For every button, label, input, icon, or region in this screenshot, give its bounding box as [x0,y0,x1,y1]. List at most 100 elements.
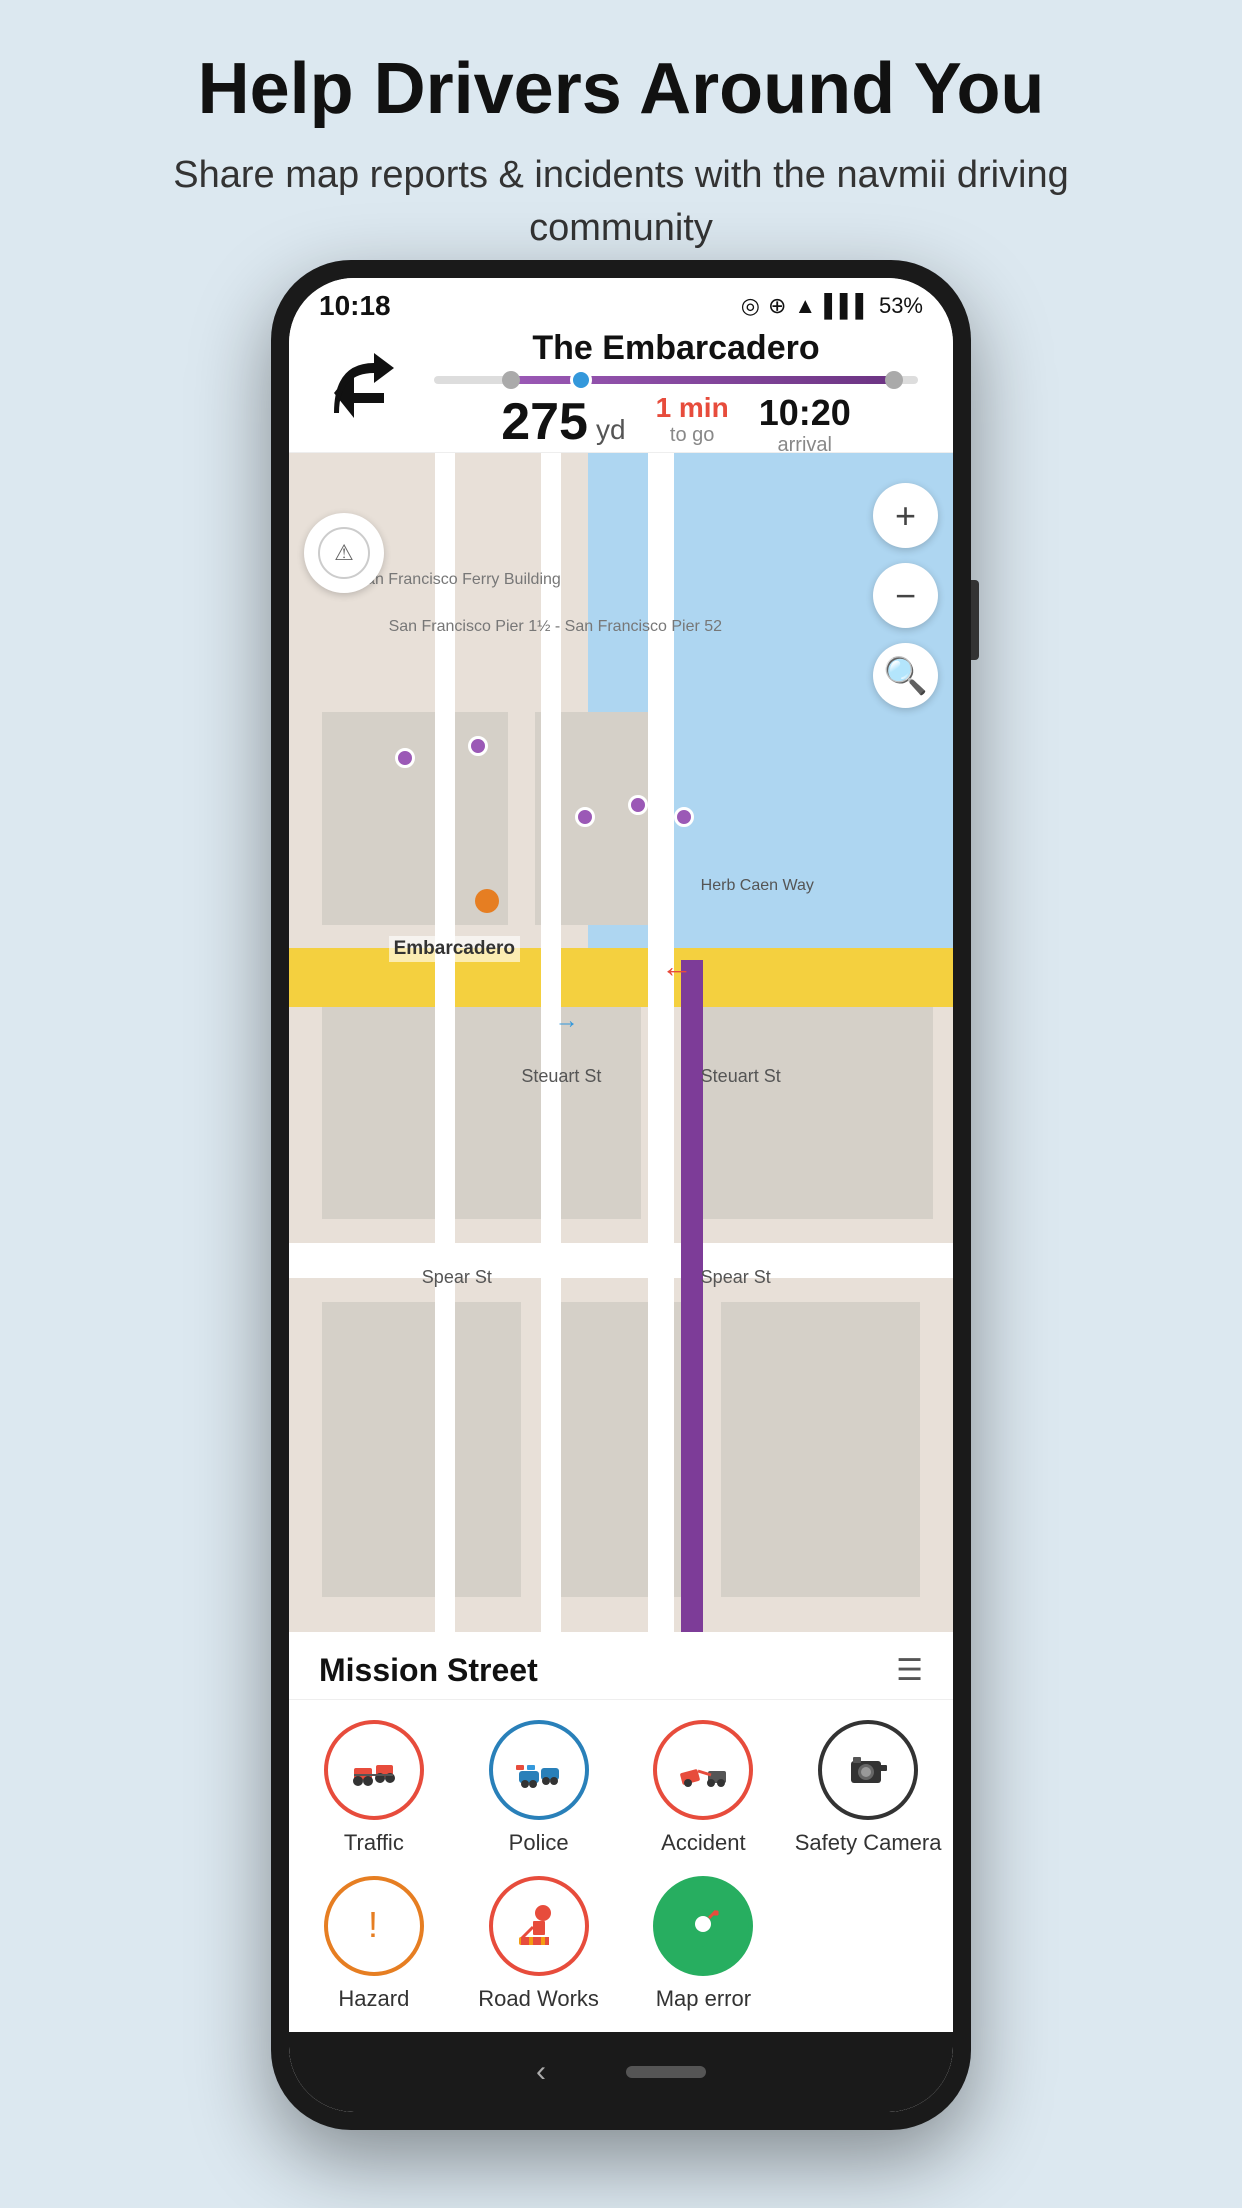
hazard-label: Hazard [338,1986,409,2012]
back-button[interactable]: ‹ [536,2055,546,2089]
report-item-road-works[interactable]: Road Works [464,1876,614,2012]
nav-distance-block: 275 yd [501,392,625,457]
hazard-icon-circle: ! [324,1876,424,1976]
nav-header: The Embarcadero 275 yd 1 min to go [289,333,953,453]
map-error-icon [676,1899,731,1954]
map-pin-2 [395,748,415,768]
report-item-map-error[interactable]: Map error [629,1876,779,2012]
bottom-street-name: Mission Street [319,1652,538,1689]
map-error-icon-circle [653,1876,753,1976]
map-label-embarcadero: Embarcadero [389,936,520,962]
traffic-label: Traffic [344,1830,404,1856]
map-area[interactable]: San Francisco Ferry Building San Francis… [289,453,953,1632]
report-item-safety-camera[interactable]: Safety Camera [793,1720,943,1856]
police-icon-circle [489,1720,589,1820]
report-grid-row2: ! Hazard [289,1876,953,2032]
status-bar: 10:18 ◎ ⊕ ▲ ▌▌▌ 53% [289,278,953,333]
report-item-police[interactable]: Police [464,1720,614,1856]
road-works-label: Road Works [478,1986,599,2012]
location-icon: ◎ [741,293,760,319]
nav-arrival-block: 10:20 arrival [759,392,851,457]
city-block-5 [721,1302,920,1597]
map-label-spear-left: Spear St [422,1267,492,1288]
svg-text:!: ! [368,1904,378,1945]
zoom-out-button[interactable]: − [873,563,938,628]
map-error-label: Map error [656,1986,751,2012]
progress-dot-start [502,371,520,389]
map-search-icon: 🔍 [883,655,928,697]
battery-level: 53% [879,293,923,319]
progress-fill [507,376,894,384]
wifi-icon: ▲ [794,293,816,319]
progress-dot-end [885,371,903,389]
home-button[interactable] [626,2066,706,2078]
map-pin-4 [628,795,648,815]
map-label-steuart-left: Steuart St [521,1066,601,1087]
map-pin-5 [674,807,694,827]
safety-camera-icon [841,1743,896,1798]
nav-distance-value: 275 [501,392,588,452]
map-label-herb: Herb Caen Way [701,877,814,895]
map-background: San Francisco Ferry Building San Francis… [289,453,953,1632]
bottom-panel-header: Mission Street ☰ [289,1632,953,1700]
report-item-empty [793,1876,943,2012]
map-pin-orange [475,889,499,913]
map-blue-arrow: → [555,1007,579,1035]
city-block-1 [322,1007,641,1219]
zoom-in-icon: + [895,495,916,537]
nav-street-name: The Embarcadero [434,329,918,368]
map-pin-3 [575,807,595,827]
road-works-icon-circle [489,1876,589,1976]
turn-arrow-icon [319,348,409,438]
zoom-in-button[interactable]: + [873,483,938,548]
report-item-traffic[interactable]: Traffic [299,1720,449,1856]
report-icon: ⚠ [317,526,372,581]
nav-time-block: 1 min to go [656,392,729,457]
map-label-steuart-right: Steuart St [701,1066,781,1087]
police-label: Police [509,1830,569,1856]
map-label-spear-right: Spear St [701,1267,771,1288]
status-time: 10:18 [319,290,391,322]
road-works-icon [511,1899,566,1954]
accident-icon-circle [653,1720,753,1820]
nav-info: The Embarcadero 275 yd 1 min to go [419,329,933,457]
progress-dot-current [570,369,592,391]
hazard-icon: ! [346,1899,401,1954]
nav-distance-unit: yd [596,414,626,446]
page-title: Help Drivers Around You [0,0,1242,149]
police-icon [511,1743,566,1798]
accident-label: Accident [661,1830,745,1856]
report-grid-row1: Traffic [289,1700,953,1876]
map-red-arrow: ← [661,948,693,985]
safety-camera-label: Safety Camera [795,1830,942,1856]
zoom-out-icon: − [895,575,916,617]
progress-bar [434,376,918,384]
side-button [971,580,979,660]
bottom-panel: Mission Street ☰ [289,1632,953,2032]
traffic-icon [346,1743,401,1798]
hamburger-menu-icon[interactable]: ☰ [896,1653,923,1688]
turn-arrow [309,343,419,443]
network-icon: ▌▌▌ [824,293,871,319]
traffic-icon-circle [324,1720,424,1820]
phone-frame: 10:18 ◎ ⊕ ▲ ▌▌▌ 53% The Embarcadero [271,260,971,2130]
nav-arrival-value: 10:20 [759,392,851,434]
map-label-ferry: San Francisco Ferry Building [355,571,560,589]
route-line [681,960,703,1632]
report-incident-button[interactable]: ⚠ [304,513,384,593]
map-search-button[interactable]: 🔍 [873,643,938,708]
report-item-hazard[interactable]: ! Hazard [299,1876,449,2012]
safety-camera-icon-circle [818,1720,918,1820]
svg-text:⚠: ⚠ [334,540,354,565]
city-block-2 [701,1007,933,1219]
map-label-pier: San Francisco Pier 1½ - San Francisco Pi… [389,618,722,636]
signal-icon: ⊕ [768,293,786,319]
city-block-3 [322,1302,521,1597]
report-item-accident[interactable]: Accident [629,1720,779,1856]
status-icons: ◎ ⊕ ▲ ▌▌▌ 53% [741,293,923,319]
home-bar-area: ‹ [289,2032,953,2112]
nav-time-value: 1 min [656,392,729,424]
phone-screen: 10:18 ◎ ⊕ ▲ ▌▌▌ 53% The Embarcadero [289,278,953,2112]
white-road-h [289,1243,953,1278]
nav-time-label: to go [656,424,729,447]
